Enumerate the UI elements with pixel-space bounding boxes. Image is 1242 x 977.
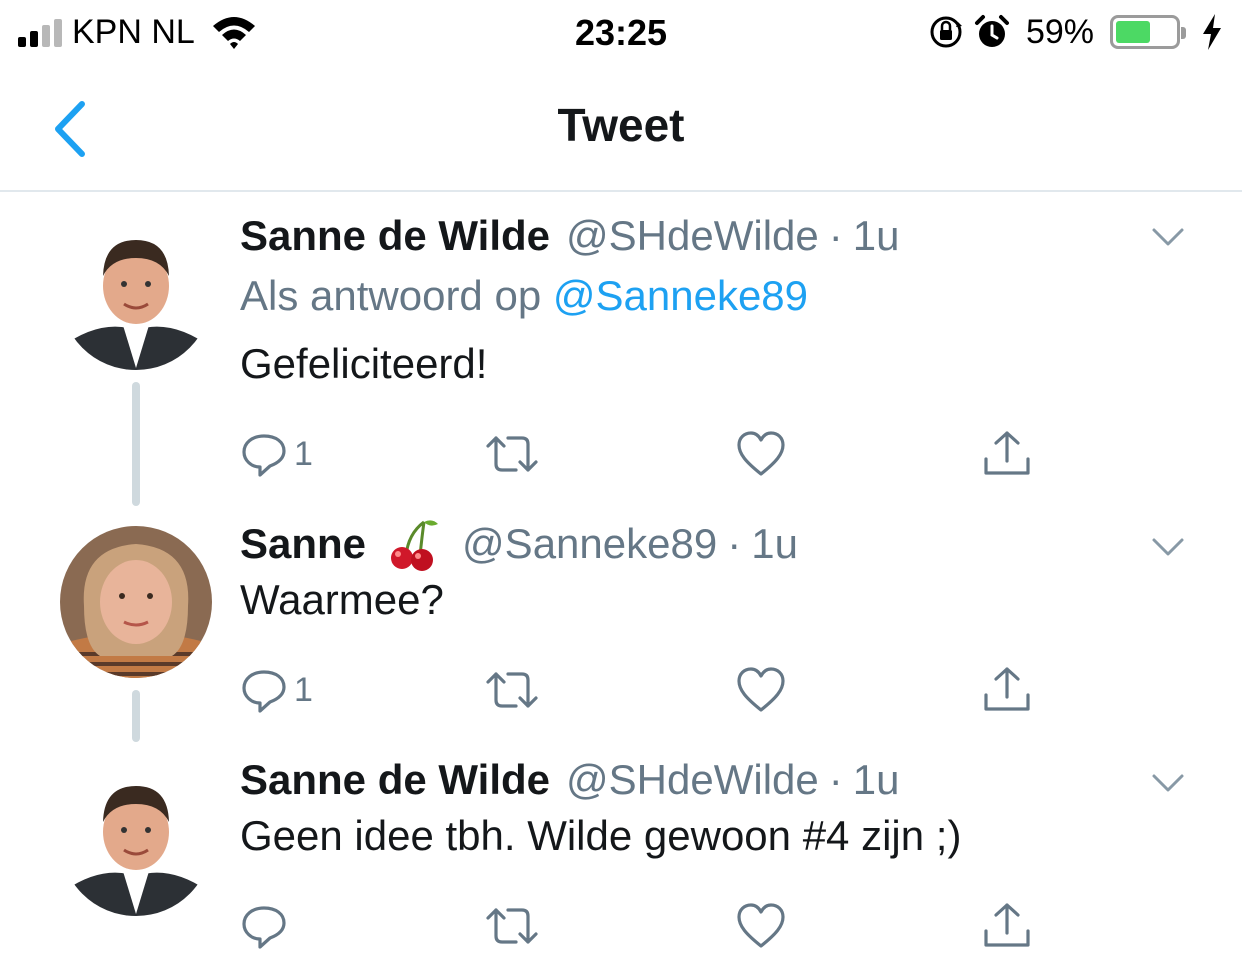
- reply-icon: [242, 670, 286, 713]
- profile-photo: [60, 764, 212, 916]
- alarm-icon: [974, 15, 1009, 47]
- reply-mention-link[interactable]: @Sanneke89: [553, 272, 808, 319]
- avatar[interactable]: [60, 218, 212, 370]
- separator: ·: [828, 756, 843, 803]
- timestamp: 1u: [852, 212, 900, 259]
- thread-line: [132, 690, 140, 742]
- reply-icon: [242, 434, 286, 477]
- tweet-actions: [240, 898, 1060, 954]
- user-handle[interactable]: @SHdeWilde: [566, 212, 819, 260]
- status-bar-right: 59%: [928, 12, 1224, 52]
- nav-bar: Tweet: [0, 64, 1242, 192]
- like-button[interactable]: [736, 662, 786, 718]
- retweet-button[interactable]: [482, 662, 542, 718]
- timestamp: 1u: [751, 520, 798, 567]
- share-button[interactable]: [982, 662, 1032, 718]
- tweet-3[interactable]: Sanne de Wilde @SHdeWilde · 1u Geen idee…: [0, 750, 1242, 977]
- battery-icon: [1110, 15, 1186, 49]
- tweet-1[interactable]: Sanne de Wilde @SHdeWilde · 1u Als antwo…: [0, 194, 1242, 514]
- tweet-actions: 1: [240, 662, 1060, 718]
- heart-icon: [737, 667, 785, 712]
- share-button[interactable]: [982, 426, 1032, 482]
- reply-button[interactable]: 1: [240, 426, 313, 482]
- share-button[interactable]: [982, 898, 1032, 954]
- chevron-down-icon[interactable]: [1148, 526, 1188, 566]
- tweet-header: Sanne de Wilde @SHdeWilde · 1u: [240, 208, 899, 264]
- reply-icon: [242, 906, 286, 949]
- battery-fill: [1116, 21, 1151, 43]
- status-bar: KPN NL 23:25 59%: [0, 0, 1242, 64]
- like-button[interactable]: [736, 898, 786, 954]
- orientation-lock-icon: [930, 16, 962, 48]
- reply-count: 1: [294, 670, 313, 709]
- tweet-text: Gefeliciteerd!: [240, 340, 488, 387]
- tweet-header: Sanne de Wilde @SHdeWilde · 1u: [240, 752, 899, 808]
- cherry-icon: [391, 520, 439, 571]
- separator: ·: [727, 520, 742, 567]
- page-title: Tweet: [557, 99, 685, 151]
- display-name[interactable]: Sanne: [240, 520, 366, 568]
- display-name[interactable]: Sanne de Wilde: [240, 756, 550, 804]
- profile-photo: [60, 218, 212, 370]
- heart-icon: [737, 431, 785, 476]
- timestamp: 1u: [852, 756, 900, 803]
- tweet-text: Geen idee tbh. Wilde gewoon #4 zijn ;): [240, 812, 962, 859]
- thread-line: [132, 382, 140, 506]
- retweet-icon: [486, 908, 538, 944]
- battery-nub: [1181, 27, 1186, 39]
- user-handle[interactable]: @Sanneke89: [462, 520, 717, 568]
- tweet-header: Sanne @Sanneke89 · 1u: [240, 516, 798, 572]
- avatar[interactable]: [60, 764, 212, 916]
- battery-percent: 59%: [1025, 12, 1094, 51]
- profile-photo: [60, 526, 212, 678]
- share-icon: [984, 903, 1030, 947]
- share-icon: [984, 667, 1030, 711]
- retweet-icon: [486, 436, 538, 472]
- retweet-button[interactable]: [482, 898, 542, 954]
- reply-count: 1: [294, 434, 313, 473]
- separator: ·: [828, 212, 843, 259]
- reply-prefix: Als antwoord op: [240, 272, 542, 319]
- tweet-text: Waarmee?: [240, 576, 444, 623]
- heart-icon: [737, 903, 785, 948]
- reply-button[interactable]: 1: [240, 662, 313, 718]
- share-icon: [984, 431, 1030, 475]
- retweet-button[interactable]: [482, 426, 542, 482]
- reply-context: Als antwoord op @Sanneke89: [240, 272, 808, 320]
- tweet-2[interactable]: Sanne @Sanneke89 · 1u Waarmee? 1: [0, 514, 1242, 750]
- charging-bolt-icon: [1203, 14, 1221, 50]
- display-name[interactable]: Sanne de Wilde: [240, 212, 550, 260]
- tweet-actions: 1: [240, 426, 1060, 482]
- chevron-down-icon[interactable]: [1148, 762, 1188, 802]
- chevron-down-icon[interactable]: [1148, 216, 1188, 256]
- reply-button[interactable]: [240, 898, 294, 954]
- user-handle[interactable]: @SHdeWilde: [566, 756, 819, 804]
- avatar[interactable]: [60, 526, 212, 678]
- like-button[interactable]: [736, 426, 786, 482]
- retweet-icon: [486, 672, 538, 708]
